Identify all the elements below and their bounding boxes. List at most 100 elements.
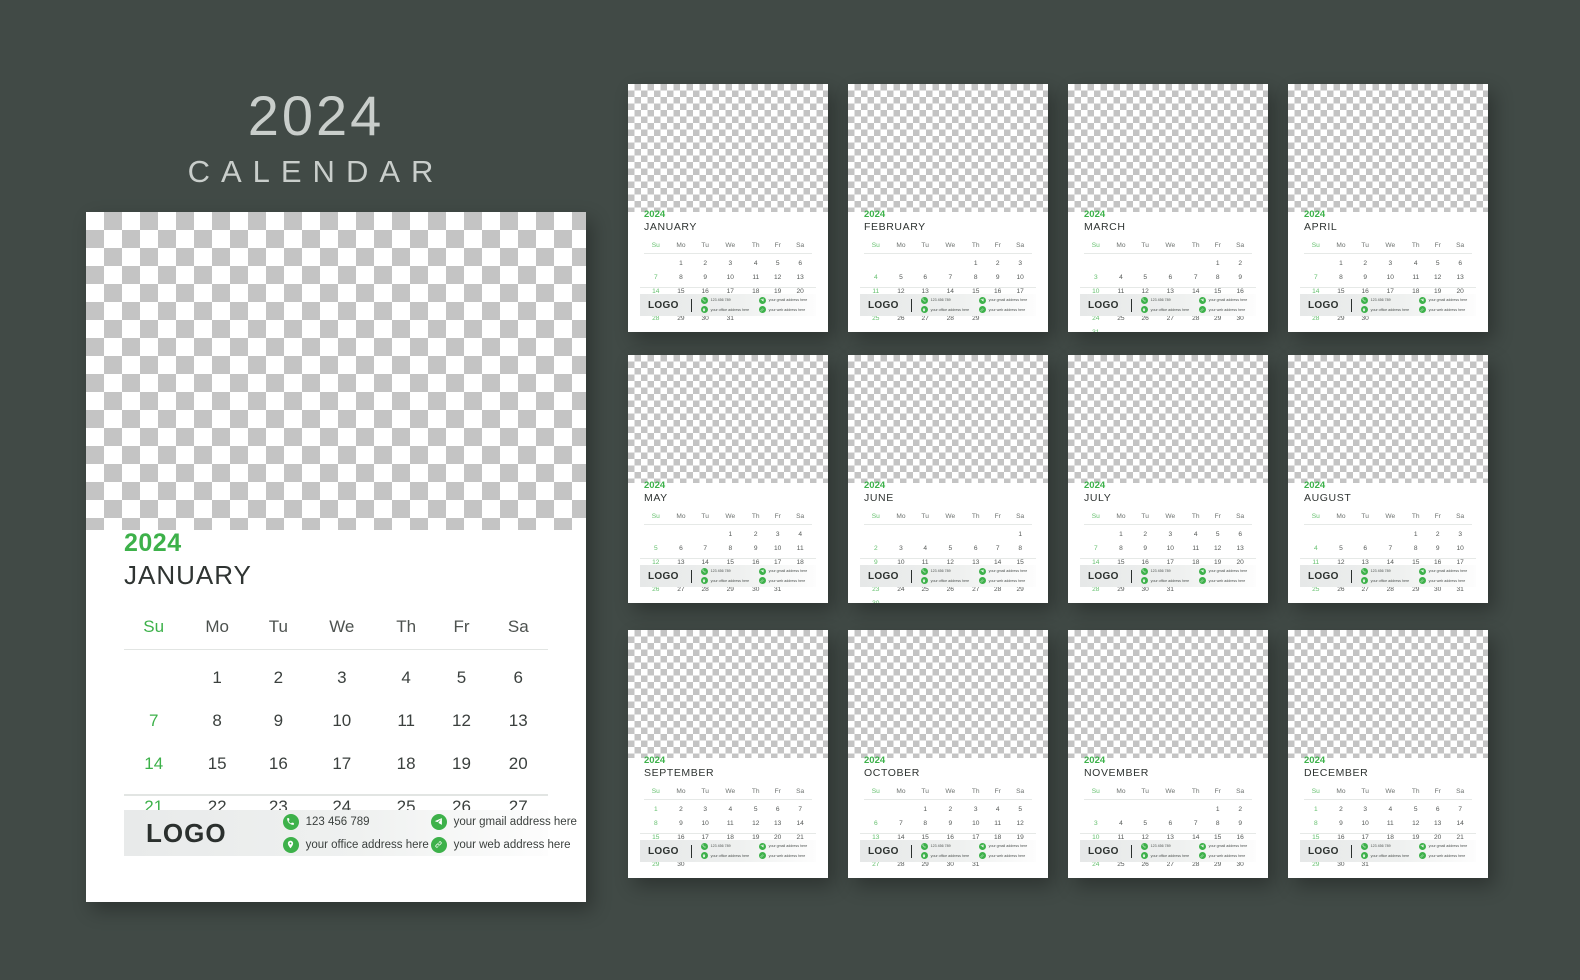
day-cell-1[interactable]: 1 xyxy=(1304,800,1328,816)
day-cell-8[interactable]: 8 xyxy=(1328,270,1355,284)
day-cell-4[interactable]: 4 xyxy=(1108,270,1135,284)
day-cell-11[interactable]: 11 xyxy=(1376,816,1405,830)
day-cell-5[interactable]: 5 xyxy=(1134,816,1156,830)
day-cell-1[interactable]: 1 xyxy=(1008,525,1032,541)
contact-item-phone[interactable]: 123 456 789 xyxy=(700,567,759,575)
day-cell-9[interactable]: 9 xyxy=(1354,270,1376,284)
day-cell-2[interactable]: 2 xyxy=(987,254,1008,270)
calendar-card-november[interactable]: 2024 NOVEMBER Su Mo Tu We Th Fr Sa 1 2 3 4 5 6 7 8 9 10… xyxy=(1068,630,1268,878)
logo-text[interactable]: LOGO xyxy=(1308,846,1339,857)
day-cell-9[interactable]: 9 xyxy=(694,270,716,284)
contact-item-web[interactable]: your web address here xyxy=(430,836,577,853)
day-cell-5[interactable]: 5 xyxy=(1328,541,1355,555)
day-cell-4[interactable]: 4 xyxy=(864,270,888,284)
day-cell-2[interactable]: 2 xyxy=(745,525,767,541)
contact-item-office[interactable]: your office address here xyxy=(1140,852,1199,860)
day-cell-11[interactable]: 11 xyxy=(378,699,435,742)
logo-text[interactable]: LOGO xyxy=(648,300,679,311)
day-cell-10[interactable]: 10 xyxy=(1156,541,1185,555)
day-cell-7[interactable]: 7 xyxy=(1084,541,1108,555)
logo-text[interactable]: LOGO xyxy=(1088,846,1119,857)
day-cell-4[interactable]: 4 xyxy=(1376,800,1405,816)
contact-item-gmail[interactable]: your gmail address here xyxy=(1418,296,1467,304)
day-cell-5[interactable]: 5 xyxy=(644,541,668,555)
day-cell-10[interactable]: 10 xyxy=(965,816,987,830)
day-cell-4[interactable]: 4 xyxy=(1108,816,1135,830)
contact-item-office[interactable]: your office address here xyxy=(920,577,979,585)
day-cell-3[interactable]: 3 xyxy=(965,800,987,816)
day-cell-20[interactable]: 20 xyxy=(489,742,548,785)
day-cell-9[interactable]: 9 xyxy=(1228,816,1252,830)
contact-item-phone[interactable]: 123 456 789 xyxy=(1140,842,1199,850)
contact-item-web[interactable]: your web address here xyxy=(758,306,808,314)
day-cell-12[interactable]: 12 xyxy=(767,270,788,284)
day-cell-4[interactable]: 4 xyxy=(914,541,936,555)
day-cell-13[interactable]: 13 xyxy=(767,816,788,830)
contact-item-phone[interactable]: 123 456 789 xyxy=(1360,842,1419,850)
contact-item-office[interactable]: your office address here xyxy=(700,306,759,314)
calendar-card-july[interactable]: 2024 JULY Su Mo Tu We Th Fr Sa 1 2 3 4 5 6 7 8 9 10 11 12… xyxy=(1068,355,1268,603)
day-cell-10[interactable]: 10 xyxy=(716,270,745,284)
day-cell-1[interactable]: 1 xyxy=(965,254,987,270)
day-cell-7[interactable]: 7 xyxy=(694,541,716,555)
contact-item-gmail[interactable]: your gmail address here xyxy=(1198,842,1247,850)
day-cell-11[interactable]: 11 xyxy=(1405,270,1427,284)
contact-item-gmail[interactable]: your gmail address here xyxy=(978,296,1027,304)
contact-item-web[interactable]: your web address here xyxy=(1418,852,1468,860)
day-cell-13[interactable]: 13 xyxy=(1448,270,1472,284)
day-cell-6[interactable]: 6 xyxy=(668,541,695,555)
day-cell-11[interactable]: 11 xyxy=(1185,541,1207,555)
featured-calendar-card-january[interactable]: 2024 JANUARY Su Mo Tu We Th Fr Sa 1 2 3 4 5 6 7 8 9 10 1… xyxy=(86,212,586,902)
contact-item-office[interactable]: your office address here xyxy=(1140,306,1199,314)
day-cell-1[interactable]: 1 xyxy=(644,800,668,816)
contact-item-phone[interactable]: 123 456 789 xyxy=(282,813,431,830)
logo-text[interactable]: LOGO xyxy=(1088,571,1119,582)
day-cell-2[interactable]: 2 xyxy=(1134,525,1156,541)
day-cell-10[interactable]: 10 xyxy=(1008,270,1032,284)
contact-item-web[interactable]: your web address here xyxy=(1418,306,1468,314)
day-cell-3[interactable]: 3 xyxy=(694,800,716,816)
day-cell-3[interactable]: 3 xyxy=(1376,254,1405,270)
day-cell-13[interactable]: 13 xyxy=(1228,541,1252,555)
logo-text[interactable]: LOGO xyxy=(146,818,227,849)
day-cell-1[interactable]: 1 xyxy=(183,649,250,699)
day-cell-3[interactable]: 3 xyxy=(1156,525,1185,541)
contact-item-office[interactable]: your office address here xyxy=(1140,577,1199,585)
calendar-card-may[interactable]: 2024 MAY Su Mo Tu We Th Fr Sa 1 2 3 4 5 6 7 8 9 10 11 12 1… xyxy=(628,355,828,603)
day-cell-16[interactable]: 16 xyxy=(251,742,306,785)
day-cell-2[interactable]: 2 xyxy=(694,254,716,270)
day-cell-8[interactable]: 8 xyxy=(1304,816,1328,830)
day-cell-9[interactable]: 9 xyxy=(1427,541,1448,555)
day-cell-7[interactable]: 7 xyxy=(644,270,668,284)
day-cell-9[interactable]: 9 xyxy=(987,270,1008,284)
day-cell-12[interactable]: 12 xyxy=(745,816,767,830)
day-cell-31[interactable]: 31 xyxy=(1084,325,1108,332)
day-cell-8[interactable]: 8 xyxy=(1008,541,1032,555)
day-cell-9[interactable]: 9 xyxy=(668,816,695,830)
day-cell-14[interactable]: 14 xyxy=(1448,816,1472,830)
day-cell-1[interactable]: 1 xyxy=(668,254,695,270)
day-cell-8[interactable]: 8 xyxy=(1108,541,1135,555)
day-cell-2[interactable]: 2 xyxy=(936,800,965,816)
day-cell-2[interactable]: 2 xyxy=(1228,254,1252,270)
day-cell-13[interactable]: 13 xyxy=(489,699,548,742)
calendar-card-october[interactable]: 2024 OCTOBER Su Mo Tu We Th Fr Sa 1 2 3 4 5 6 7 8 9 10 1… xyxy=(848,630,1048,878)
logo-text[interactable]: LOGO xyxy=(1308,571,1339,582)
day-cell-5[interactable]: 5 xyxy=(888,270,915,284)
day-cell-17[interactable]: 17 xyxy=(306,742,378,785)
day-cell-8[interactable]: 8 xyxy=(1207,816,1228,830)
day-cell-4[interactable]: 4 xyxy=(378,649,435,699)
contact-item-gmail[interactable]: your gmail address here xyxy=(758,567,807,575)
day-cell-5[interactable]: 5 xyxy=(936,541,965,555)
calendar-card-february[interactable]: 2024 FEBRUARY Su Mo Tu We Th Fr Sa 1 2 3 4 5 6 7 8 9 10… xyxy=(848,84,1048,332)
day-cell-1[interactable]: 1 xyxy=(1108,525,1135,541)
day-cell-7[interactable]: 7 xyxy=(936,270,965,284)
day-cell-2[interactable]: 2 xyxy=(1328,800,1355,816)
day-cell-6[interactable]: 6 xyxy=(1354,541,1376,555)
contact-item-office[interactable]: your office address here xyxy=(700,852,759,860)
calendar-card-january[interactable]: 2024 JANUARY Su Mo Tu We Th Fr Sa 1 2 3 4 5 6 7 8 9 10 1… xyxy=(628,84,828,332)
contact-item-phone[interactable]: 123 456 789 xyxy=(920,296,979,304)
contact-item-web[interactable]: your web address here xyxy=(1418,577,1468,585)
day-cell-7[interactable]: 7 xyxy=(1304,270,1328,284)
day-cell-10[interactable]: 10 xyxy=(767,541,788,555)
